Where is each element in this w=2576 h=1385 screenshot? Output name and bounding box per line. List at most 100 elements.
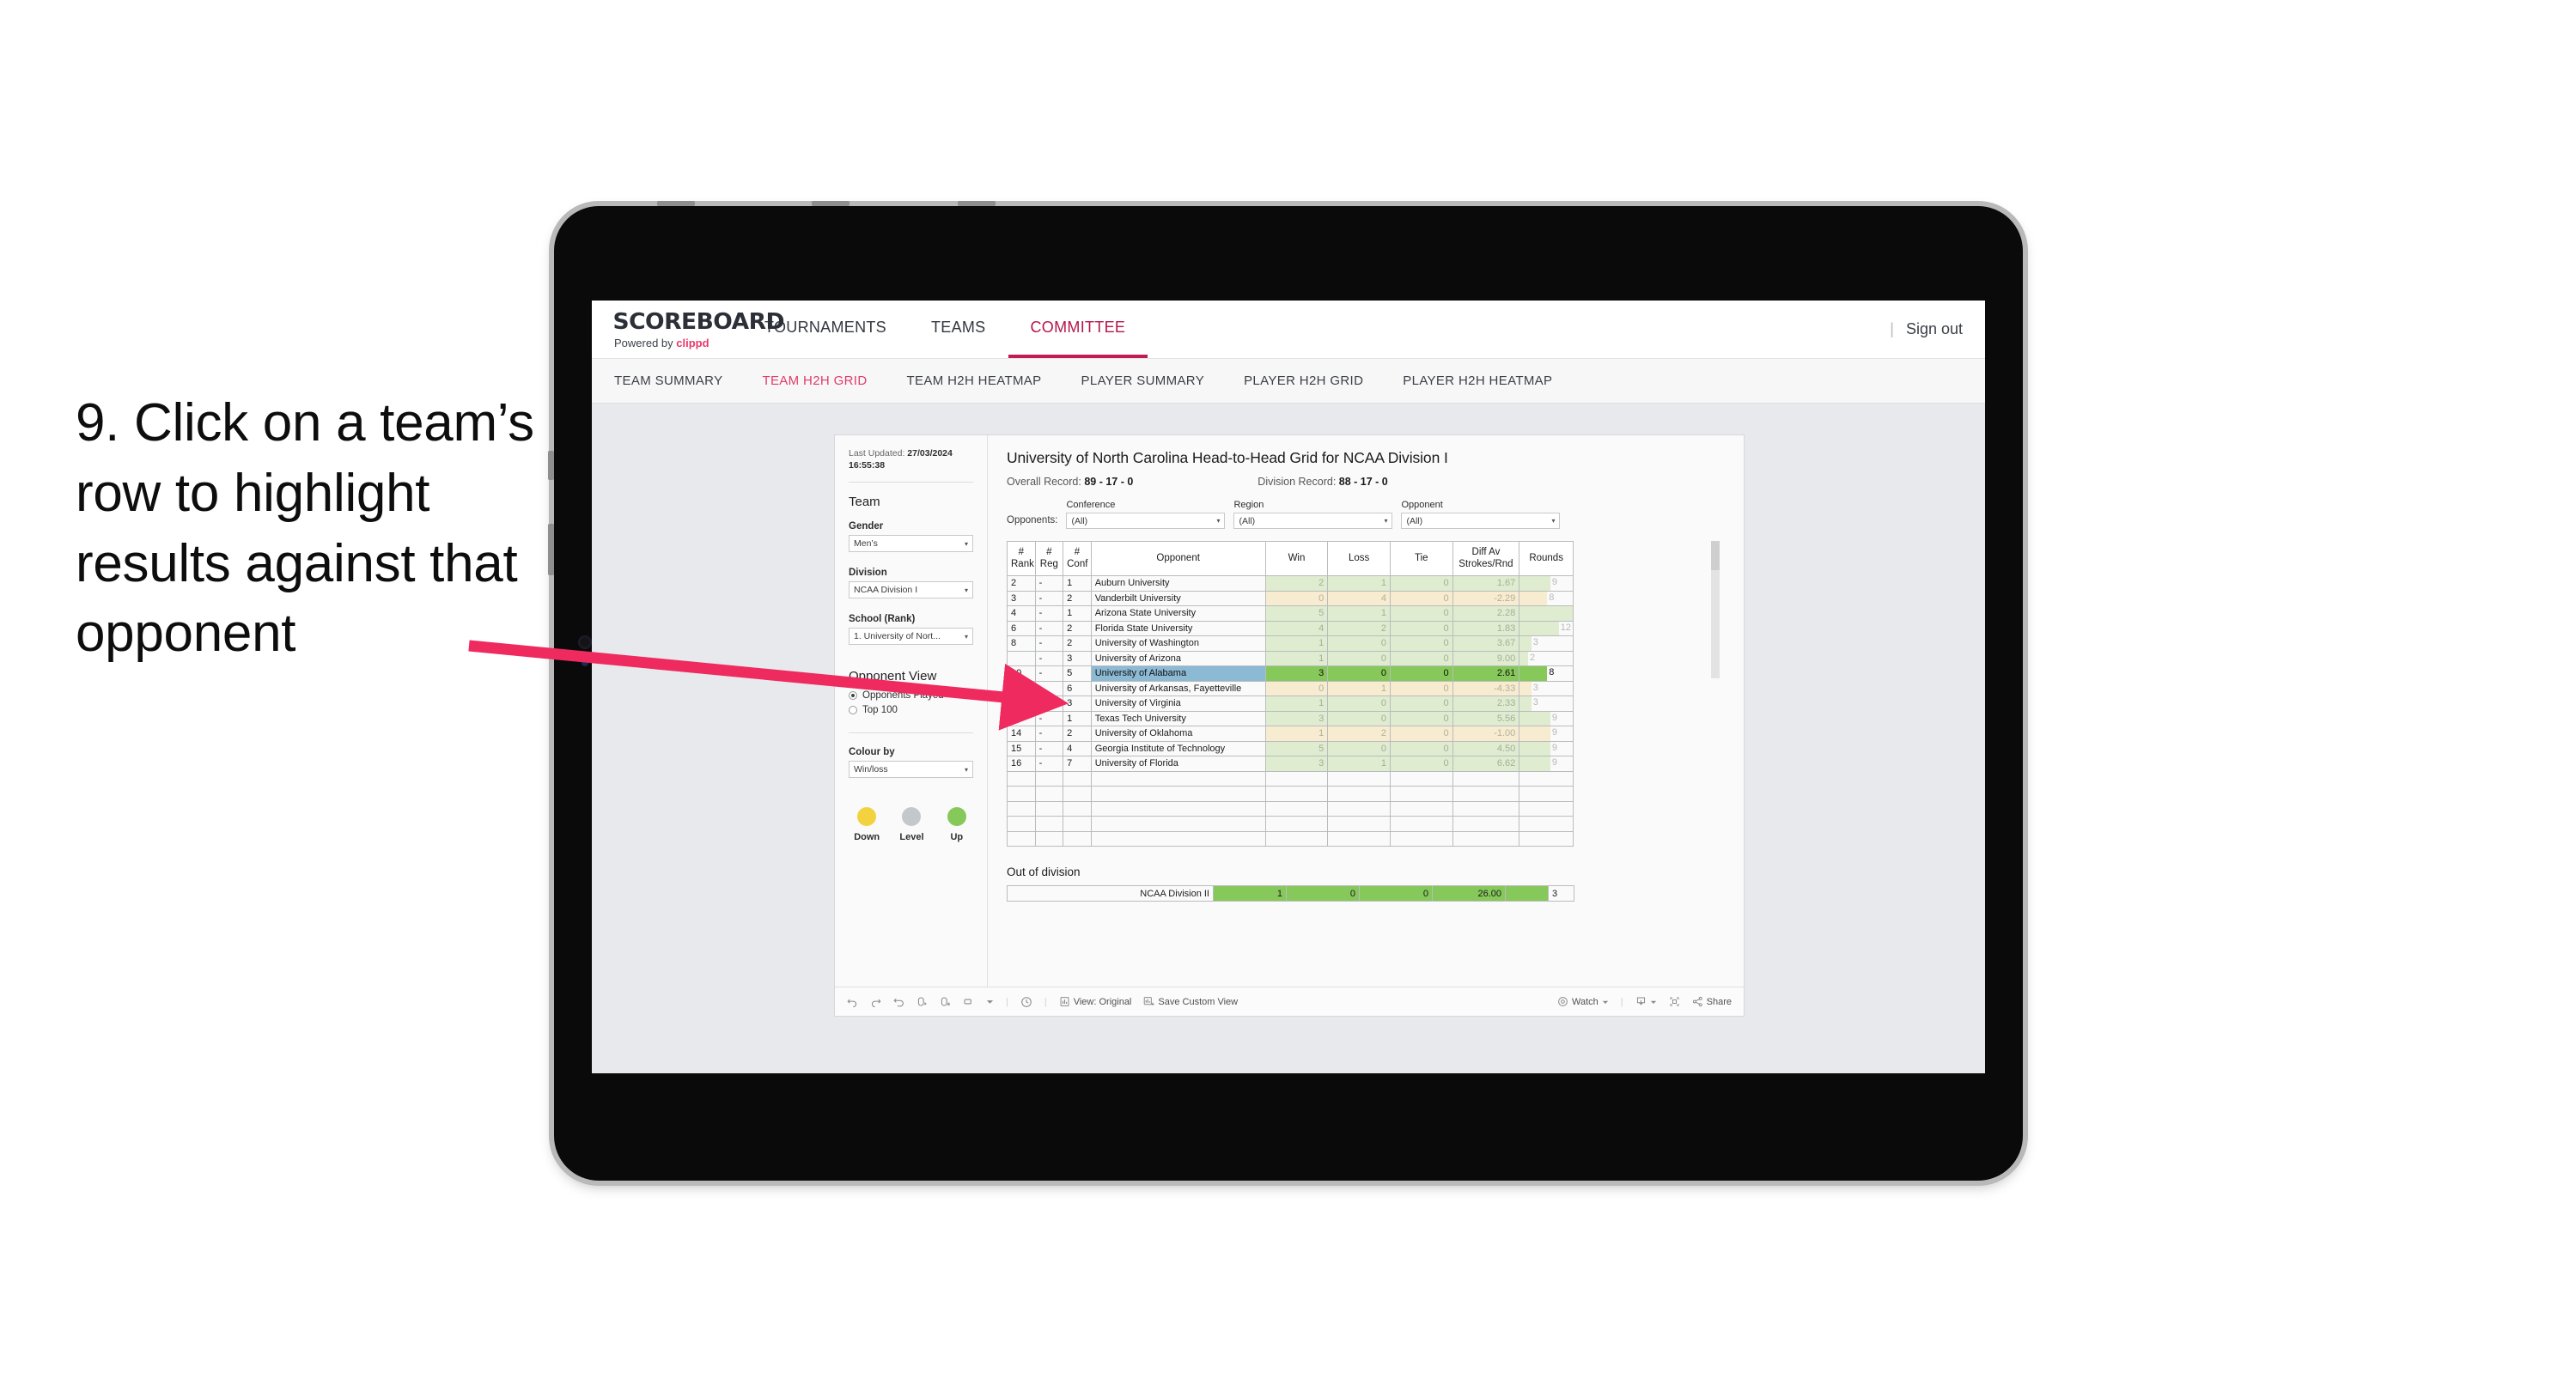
- rounds-bar: [1519, 726, 1551, 741]
- undo-icon[interactable]: [847, 996, 858, 1007]
- col-header-tie: Tie: [1389, 541, 1453, 576]
- legend-item-down: Down: [850, 807, 883, 842]
- revert-icon[interactable]: [893, 996, 904, 1007]
- filter-region-label: Region: [1233, 500, 1264, 510]
- tab-team-h2h-grid[interactable]: TEAM H2H GRID: [762, 374, 867, 388]
- cell-win: 0: [1264, 590, 1329, 606]
- cell-opponent: University of Alabama: [1090, 665, 1266, 682]
- cell-empty: [1519, 786, 1574, 802]
- cell-reg: -: [1034, 756, 1064, 772]
- division-select[interactable]: NCAA Division I ▾: [849, 581, 973, 599]
- cell-loss: 0: [1327, 740, 1391, 756]
- cell-rounds: 2: [1519, 650, 1574, 666]
- chevron-down-icon[interactable]: [986, 998, 994, 1005]
- sign-out-button[interactable]: Sign out: [1906, 320, 1963, 338]
- screenshot-root: 9. Click on a team’s row to highlight re…: [0, 0, 2576, 1385]
- cell-tie: 0: [1389, 710, 1453, 726]
- sidebar-divider-1: [849, 482, 973, 483]
- colour-by-select[interactable]: Win/loss ▾: [849, 761, 973, 779]
- cell-loss: 0: [1327, 635, 1391, 652]
- rounds-value: 9: [1551, 742, 1558, 753]
- cell-empty: [1327, 830, 1391, 847]
- cell-tie: 0: [1389, 650, 1453, 666]
- ood-label: NCAA Division II: [1007, 885, 1214, 902]
- rounds-value: 9: [1551, 577, 1558, 587]
- cell-empty: [1090, 786, 1266, 802]
- main-nav: TOURNAMENTS TEAMS COMMITTEE: [742, 301, 1148, 358]
- cell-diff: 9.00: [1452, 650, 1520, 666]
- grid-main: University of North Carolina Head-to-Hea…: [988, 435, 1744, 987]
- cell-rounds: 12: [1519, 620, 1574, 636]
- table-row[interactable]: 2-1 Auburn University 2 1 0 1.67 9: [1007, 575, 1574, 592]
- ood-rounds: 3: [1548, 885, 1574, 902]
- cell-empty: [1034, 830, 1064, 847]
- rectangle-select-icon[interactable]: [963, 996, 974, 1007]
- cell-loss: 1: [1327, 605, 1391, 622]
- watch-button[interactable]: Watch: [1557, 996, 1609, 1007]
- download-icon[interactable]: [1635, 996, 1657, 1007]
- filter-conference-select[interactable]: (All) ▾: [1066, 513, 1226, 529]
- tab-team-h2h-heatmap[interactable]: TEAM H2H HEATMAP: [907, 374, 1042, 388]
- cell-empty: [1007, 816, 1036, 832]
- clock-icon[interactable]: [1020, 996, 1032, 1008]
- h2h-grid-head: # Rank # Reg # Conf Opponent Win Loss Tie D…: [1007, 541, 1574, 576]
- legend-dot-level-icon: [902, 807, 922, 827]
- viz-toolbar: | | View: Original Save Custom View Watc…: [835, 987, 1744, 1016]
- cell-opponent: Vanderbilt University: [1090, 590, 1266, 606]
- cell-empty: [1452, 800, 1520, 817]
- col-header-conf-line2: Conf: [1067, 558, 1088, 569]
- fullscreen-icon[interactable]: [1669, 996, 1680, 1007]
- table-row-empty: [1007, 830, 1574, 847]
- toolbar-separator-1: |: [1006, 996, 1008, 1007]
- cell-empty: [1034, 770, 1064, 787]
- cell-diff: 6.62: [1452, 756, 1520, 772]
- ood-tie: 0: [1359, 885, 1433, 902]
- cell-diff: 5.56: [1452, 710, 1520, 726]
- cell-reg: -: [1034, 590, 1064, 606]
- cell-rounds: 3: [1519, 696, 1574, 712]
- nav-item-committee[interactable]: COMMITTEE: [1008, 301, 1148, 358]
- nav-item-teams[interactable]: TEAMS: [909, 301, 1008, 358]
- cell-empty: [1007, 830, 1036, 847]
- refresh-icon[interactable]: [917, 996, 928, 1007]
- rounds-value: 9: [1551, 757, 1558, 768]
- pause-icon[interactable]: [940, 996, 951, 1007]
- col-header-rank: # Rank: [1007, 541, 1036, 576]
- toolbar-separator-2: |: [1044, 996, 1047, 1007]
- cell-loss: 2: [1327, 726, 1391, 742]
- cell-empty: [1389, 786, 1453, 802]
- cell-empty: [1452, 770, 1520, 787]
- table-row[interactable]: 3-2 Vanderbilt University 0 4 0 -2.29 8: [1007, 590, 1574, 606]
- cell-loss: 1: [1327, 680, 1391, 696]
- cell-diff: 3.67: [1452, 635, 1520, 652]
- tab-team-summary[interactable]: TEAM SUMMARY: [614, 374, 722, 388]
- filter-region-select[interactable]: (All) ▾: [1233, 513, 1393, 529]
- rounds-bar: [1519, 696, 1532, 711]
- brand-name: SCOREBOARD: [612, 309, 785, 335]
- cell-empty: [1034, 800, 1064, 817]
- view-original-button[interactable]: View: Original: [1059, 996, 1131, 1007]
- redo-icon[interactable]: [870, 996, 881, 1007]
- cell-win: 5: [1264, 740, 1329, 756]
- table-row[interactable]: NCAA Division II 1 0 0 26.00 3: [1007, 885, 1574, 902]
- cell-empty: [1264, 786, 1329, 802]
- filter-opponent-select[interactable]: (All) ▾: [1401, 513, 1561, 529]
- filter-opponent-label: Opponent: [1401, 500, 1443, 510]
- gender-select[interactable]: Men’s ▾: [849, 535, 973, 553]
- share-button[interactable]: Share: [1692, 996, 1732, 1007]
- table-row[interactable]: 16-7 University of Florida 3 1 0 6.62 9: [1007, 756, 1574, 772]
- save-custom-view-button[interactable]: Save Custom View: [1143, 996, 1238, 1007]
- tab-player-h2h-heatmap[interactable]: PLAYER H2H HEATMAP: [1403, 374, 1552, 388]
- cell-empty: [1090, 770, 1266, 787]
- cell-diff: -2.29: [1452, 590, 1520, 606]
- rounds-value: 3: [1532, 637, 1538, 647]
- grid-scrollbar-thumb[interactable]: [1711, 541, 1720, 570]
- colour-legend: Down Level Up: [849, 807, 973, 842]
- cell-empty: [1452, 786, 1520, 802]
- cell-tie: 0: [1389, 605, 1453, 622]
- tab-player-summary[interactable]: PLAYER SUMMARY: [1081, 374, 1205, 388]
- cell-empty: [1034, 816, 1064, 832]
- tab-player-h2h-grid[interactable]: PLAYER H2H GRID: [1244, 374, 1363, 388]
- topbar-divider: |: [1890, 320, 1894, 337]
- cell-win: 1: [1264, 696, 1329, 712]
